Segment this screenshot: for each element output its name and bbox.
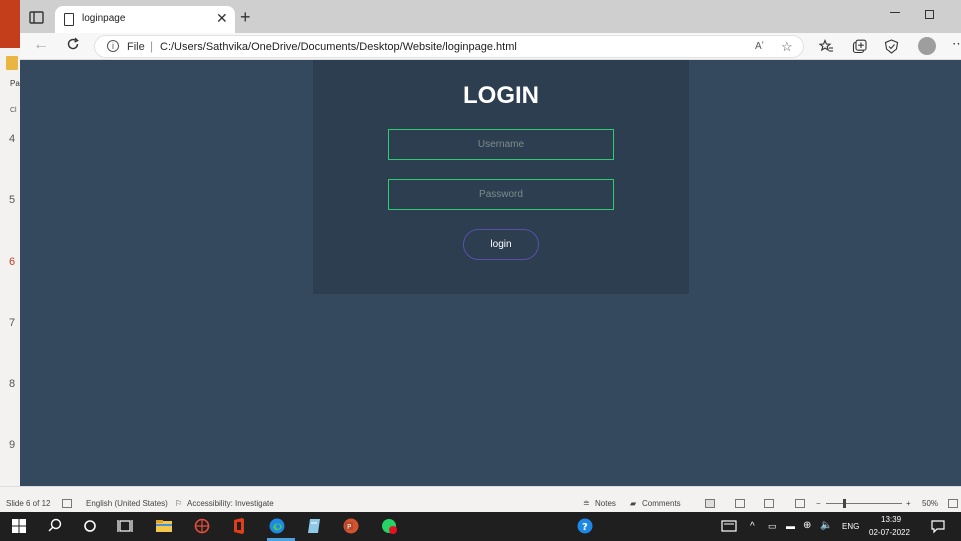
zoom-level[interactable]: 50% (922, 499, 938, 508)
comments-icon: ▰ (630, 499, 637, 508)
zoom-slider-knob[interactable] (843, 499, 846, 508)
slide-number[interactable]: 5 (9, 194, 15, 206)
tab-bar: loginpage ✕ + (20, 0, 961, 33)
windows-taskbar: P ? ^ ▭ ▬ ⊕ 🔈 ENG 13:39 02-07-2022 (0, 512, 961, 541)
slide-number[interactable]: 9 (9, 439, 15, 451)
slide-number[interactable]: 4 (9, 133, 15, 145)
accessibility-icon[interactable]: ⚐ (175, 499, 182, 508)
slideshow-icon[interactable] (795, 499, 805, 508)
new-tab-icon[interactable]: + (240, 8, 251, 26)
task-view-icon[interactable] (116, 517, 134, 535)
username-input[interactable] (388, 129, 614, 160)
url-field[interactable]: i File | C:/Users/Sathvika/OneDrive/Docu… (94, 35, 804, 58)
more-options-icon[interactable]: ⋯ (952, 36, 961, 52)
cortana-icon[interactable] (81, 517, 99, 535)
url-separator: | (150, 39, 154, 53)
notes-button[interactable]: Notes (595, 499, 616, 508)
search-icon[interactable] (46, 517, 64, 535)
zoom-in-icon[interactable]: + (906, 499, 911, 508)
slide-number-active[interactable]: 6 (9, 256, 15, 268)
windows-start-icon[interactable] (10, 517, 28, 535)
url-text[interactable]: C:/Users/Sathvika/OneDrive/Documents/Des… (160, 41, 517, 53)
svg-text:P: P (347, 523, 351, 531)
collections-icon[interactable] (852, 39, 867, 54)
slide-sorter-icon[interactable] (735, 499, 745, 508)
page-title: LOGIN (463, 82, 539, 109)
login-panel: LOGIN login (313, 60, 689, 294)
reading-view-icon[interactable] (764, 499, 774, 508)
network-app-icon[interactable] (193, 517, 211, 535)
clock-date[interactable]: 02-07-2022 (869, 528, 910, 537)
minimize-icon[interactable] (890, 12, 900, 13)
news-widget-icon[interactable] (720, 517, 738, 535)
clipboard-label: Cl (10, 107, 17, 114)
slide-number[interactable]: 7 (9, 317, 15, 329)
powerpoint-ribbon-edge (0, 0, 20, 48)
notes-icon: ≘ (583, 499, 590, 508)
profile-avatar[interactable] (918, 37, 936, 55)
login-button[interactable]: login (463, 229, 539, 260)
tab-actions-icon[interactable] (28, 10, 46, 26)
web-page: LOGIN login (20, 60, 961, 486)
edge-icon[interactable] (268, 517, 286, 535)
accessibility-status[interactable]: Accessibility: Investigate (187, 499, 274, 508)
browser-tab[interactable]: loginpage ✕ (55, 6, 235, 33)
file-explorer-icon[interactable] (155, 517, 173, 535)
favorites-icon[interactable] (819, 39, 834, 54)
zoom-slider[interactable] (826, 503, 902, 504)
clock-time[interactable]: 13:39 (881, 515, 901, 524)
powerpoint-left-panel: Pa Cl 4 5 6 7 8 9 (0, 0, 20, 496)
back-arrow-icon[interactable]: ← (33, 36, 49, 54)
slide-indicator: Slide 6 of 12 (6, 499, 51, 508)
zoom-out-icon[interactable]: − (816, 499, 821, 508)
normal-view-icon[interactable] (705, 499, 715, 508)
svg-text:?: ? (582, 522, 588, 533)
page-icon (64, 13, 74, 26)
address-bar: ← i File | C:/Users/Sathvika/OneDrive/Do… (20, 33, 961, 60)
password-input[interactable] (388, 179, 614, 210)
office-icon[interactable] (230, 517, 248, 535)
comments-button[interactable]: Comments (642, 499, 681, 508)
info-icon[interactable]: i (107, 40, 119, 52)
network-icon[interactable]: ⊕ (803, 520, 811, 531)
add-favorite-icon[interactable]: ☆ (781, 39, 793, 55)
notepad-icon[interactable] (305, 517, 323, 535)
browser-essentials-icon[interactable] (884, 39, 899, 54)
paste-icon[interactable] (6, 56, 18, 70)
read-aloud-icon[interactable]: A͏ʼ (755, 41, 764, 52)
fit-to-window-icon[interactable] (948, 499, 958, 508)
show-hidden-icons-icon[interactable]: ^ (750, 521, 755, 532)
powerpoint-status-bar: Slide 6 of 12 English (United States) ⚐ … (0, 486, 961, 512)
battery-icon[interactable]: ▬ (786, 521, 795, 531)
close-tab-icon[interactable]: ✕ (216, 10, 228, 26)
powerpoint-icon[interactable]: P (342, 517, 360, 535)
scheme-label: File (127, 41, 145, 53)
paste-label: Pa (10, 79, 20, 88)
help-icon[interactable]: ? (576, 517, 594, 535)
whatsapp-icon[interactable] (380, 517, 398, 535)
browser-window: loginpage ✕ + ← i File | C:/Users/Sathvi… (20, 0, 961, 486)
refresh-icon[interactable] (66, 37, 80, 51)
volume-icon[interactable]: 🔈 (820, 520, 832, 531)
maximize-icon[interactable] (925, 10, 934, 19)
meet-now-icon[interactable]: ▭ (768, 521, 777, 532)
notifications-icon[interactable] (929, 517, 947, 535)
tab-title: loginpage (82, 13, 126, 24)
input-language[interactable]: ENG (842, 522, 859, 531)
spelling-check-icon[interactable] (62, 499, 72, 508)
language-status[interactable]: English (United States) (86, 499, 168, 508)
slide-number[interactable]: 8 (9, 378, 15, 390)
